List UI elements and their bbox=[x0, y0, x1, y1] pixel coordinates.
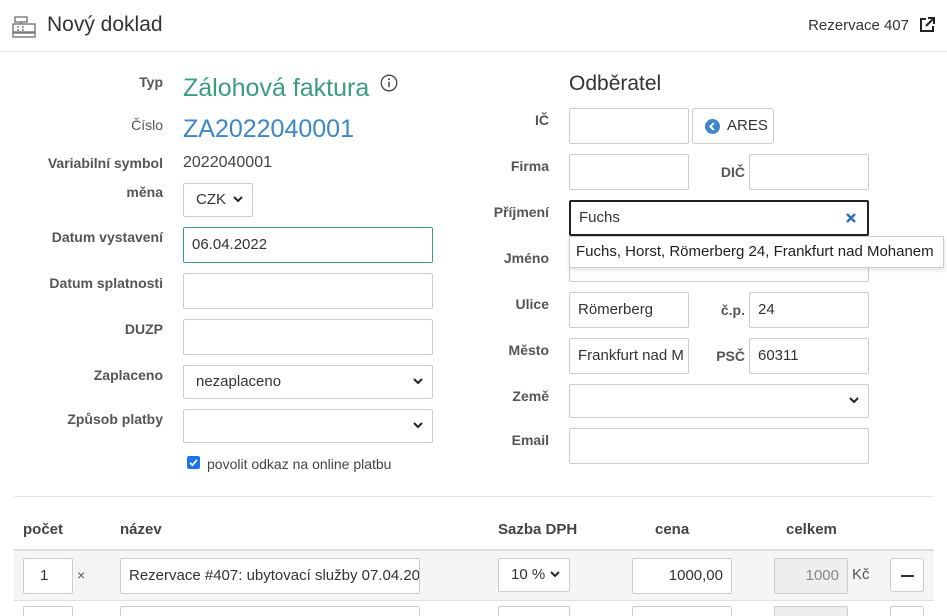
qty-input[interactable]: 1 bbox=[23, 558, 73, 594]
issue-date-label: Datum vystavení bbox=[51, 229, 163, 245]
paid-select[interactable]: nezaplaceno bbox=[183, 365, 433, 399]
city-label: Město bbox=[508, 342, 549, 358]
zip-input[interactable]: 60311 bbox=[749, 338, 869, 374]
paid-label: Zaplaceno bbox=[93, 367, 163, 383]
paid-value: nezaplaceno bbox=[196, 373, 282, 390]
vat-select[interactable]: 10 % bbox=[498, 558, 570, 592]
street-input[interactable]: Römerberg bbox=[569, 292, 689, 328]
chevron-down-icon bbox=[413, 422, 423, 429]
reservation-link[interactable]: Rezervace 407 bbox=[808, 17, 909, 34]
chevron-down-icon bbox=[413, 378, 423, 385]
online-payment-label[interactable]: povolit odkaz na online platbu bbox=[207, 456, 391, 472]
street-label: Ulice bbox=[515, 296, 549, 312]
country-label: Země bbox=[512, 388, 549, 404]
col-header-vat: Sazba DPH bbox=[498, 521, 578, 538]
city-input[interactable]: Frankfurt nad M bbox=[569, 338, 689, 374]
price-input-next[interactable] bbox=[632, 606, 732, 616]
ic-label: IČ bbox=[535, 112, 549, 128]
cislo-label: Číslo bbox=[131, 117, 163, 133]
info-icon[interactable] bbox=[380, 74, 398, 92]
chevron-left-circle-icon bbox=[705, 119, 720, 134]
minus-icon bbox=[901, 575, 914, 577]
autocomplete-suggestion[interactable]: Fuchs, Horst, Römerberg 24, Frankfurt na… bbox=[569, 236, 944, 268]
email-label: Email bbox=[511, 432, 549, 448]
item-name-input[interactable]: Rezervace #407: ubytovací služby 07.04.2… bbox=[120, 558, 420, 594]
ares-button[interactable]: ARES bbox=[692, 108, 774, 144]
remove-row-button[interactable] bbox=[890, 558, 924, 592]
surname-input[interactable]: Fuchs bbox=[569, 200, 869, 236]
company-input[interactable] bbox=[569, 154, 689, 190]
section-divider bbox=[14, 496, 934, 497]
document-type: Zálohová faktura bbox=[183, 74, 370, 102]
currency-symbol: Kč bbox=[852, 566, 870, 583]
qty-input-next[interactable] bbox=[23, 606, 73, 616]
company-label: Firma bbox=[510, 158, 549, 174]
price-input[interactable]: 1000,00 bbox=[632, 558, 732, 594]
chevron-down-icon bbox=[849, 397, 859, 404]
ic-input[interactable] bbox=[569, 108, 689, 144]
dic-input[interactable] bbox=[749, 154, 869, 190]
clear-icon[interactable] bbox=[844, 211, 858, 225]
currency-select[interactable]: CZK bbox=[183, 183, 253, 217]
firstname-label: Jméno bbox=[503, 250, 549, 266]
email-input[interactable] bbox=[569, 428, 869, 464]
total-value-next bbox=[774, 606, 848, 616]
duzp-input[interactable] bbox=[183, 319, 433, 355]
payment-method-select[interactable] bbox=[183, 409, 433, 443]
total-value: 1000 bbox=[774, 558, 848, 594]
due-date-label: Datum splatnosti bbox=[49, 275, 163, 291]
vat-select-next[interactable] bbox=[498, 606, 570, 616]
cash-register-icon bbox=[12, 16, 36, 38]
variable-symbol: 2022040001 bbox=[183, 154, 272, 171]
house-number-input[interactable]: 24 bbox=[749, 292, 869, 328]
country-select[interactable] bbox=[569, 384, 869, 418]
col-header-qty: počet bbox=[23, 521, 64, 538]
document-number: ZA2022040001 bbox=[183, 115, 354, 143]
chevron-down-icon bbox=[233, 196, 243, 203]
house-number-label: č.p. bbox=[720, 302, 745, 318]
issue-date-input[interactable]: 06.04.2022 bbox=[183, 227, 433, 263]
page-title: Nový doklad bbox=[47, 13, 163, 36]
col-header-name: název bbox=[120, 521, 162, 538]
customer-section-title: Odběratel bbox=[569, 72, 662, 95]
dic-label: DIČ bbox=[720, 164, 745, 180]
surname-label: Příjmení bbox=[493, 204, 549, 220]
typ-label: Typ bbox=[139, 74, 163, 90]
times-sign: × bbox=[77, 567, 86, 583]
vat-value: 10 % bbox=[511, 566, 546, 583]
currency-value: CZK bbox=[196, 191, 226, 208]
item-name-input-next[interactable] bbox=[120, 606, 420, 616]
duzp-label: DUZP bbox=[124, 321, 163, 337]
due-date-input[interactable] bbox=[183, 273, 433, 309]
online-payment-checkbox[interactable] bbox=[187, 456, 200, 469]
zip-label: PSČ bbox=[716, 348, 745, 364]
external-link-icon[interactable] bbox=[919, 17, 935, 33]
vs-label: Variabilní symbol bbox=[47, 155, 163, 171]
remove-row-button-next[interactable] bbox=[890, 606, 924, 616]
col-header-total: celkem bbox=[786, 521, 837, 538]
page-header: Nový doklad Rezervace 407 bbox=[0, 0, 947, 52]
ares-button-label: ARES bbox=[727, 117, 768, 134]
payment-method-label: Způsob platby bbox=[67, 411, 163, 427]
col-header-price: cena bbox=[655, 521, 690, 538]
chevron-down-icon bbox=[550, 571, 560, 578]
currency-label: měna bbox=[126, 184, 163, 200]
